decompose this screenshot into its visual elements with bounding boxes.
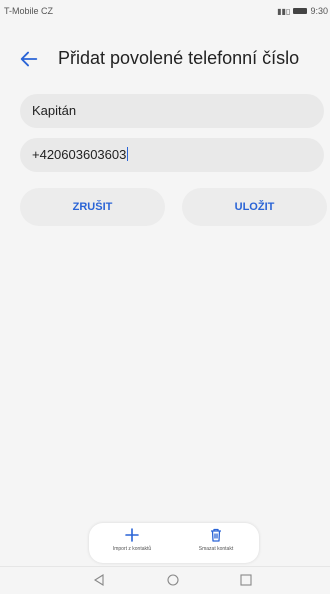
nav-back-icon[interactable]	[92, 573, 106, 587]
delete-contact-label: Smazat kontakt	[198, 546, 234, 552]
status-indicators: ▮▮▯ 9:30	[277, 6, 328, 16]
nav-recent-apps-icon[interactable]	[239, 573, 253, 587]
delete-contact-button[interactable]: Smazat kontakt	[176, 527, 256, 552]
page-title: Přidat povolené telefonní číslo	[58, 48, 300, 68]
plus-icon	[125, 528, 139, 542]
text-cursor	[127, 147, 129, 161]
trash-icon	[211, 528, 221, 542]
status-bar: T-Mobile CZ ▮▮▯ 9:30	[0, 0, 330, 22]
contact-name-field[interactable]: Kapitán	[20, 94, 324, 128]
battery-icon	[293, 8, 308, 14]
clock: 9:30	[310, 6, 328, 16]
cancel-button[interactable]: ZRUŠIT	[20, 188, 165, 226]
phone-number-field[interactable]: +420603603603	[20, 138, 324, 172]
carrier-label: T-Mobile CZ	[4, 6, 54, 16]
contact-name-value: Kapitán	[32, 103, 77, 118]
bottom-action-bar: Import z kontaktů Smazat kontakt	[89, 523, 259, 563]
nav-home-icon[interactable]	[166, 573, 180, 587]
import-from-contacts-label: Import z kontaktů	[112, 546, 152, 552]
system-navigation-bar	[0, 566, 330, 594]
signal-icon: ▮▮▯	[277, 6, 291, 16]
app-header: Přidat povolené telefonní číslo	[0, 40, 330, 76]
save-button[interactable]: ULOŽIT	[182, 188, 327, 226]
phone-number-value: +420603603603	[32, 147, 129, 162]
import-from-contacts-button[interactable]: Import z kontaktů	[92, 527, 172, 552]
back-arrow-icon[interactable]	[18, 48, 40, 70]
